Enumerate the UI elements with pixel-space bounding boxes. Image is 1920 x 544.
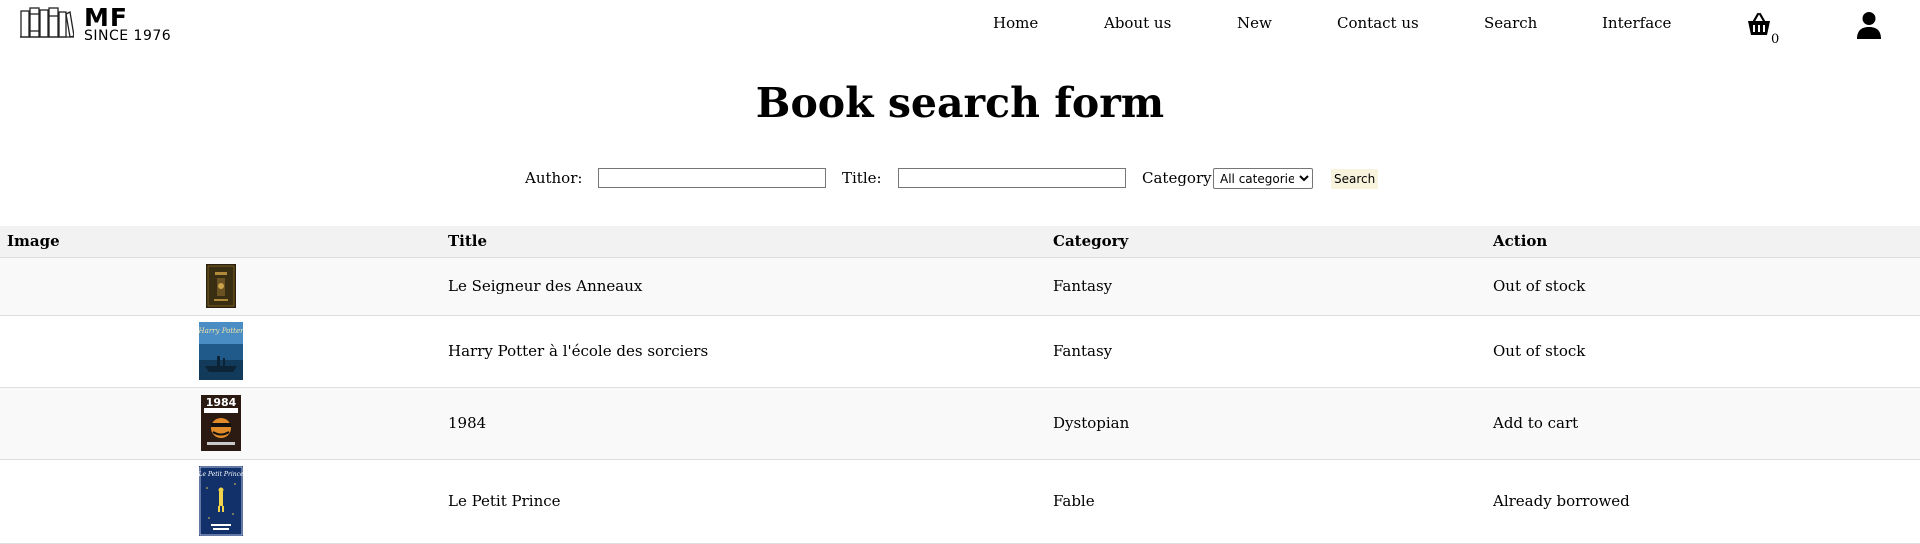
logo-subtitle: SINCE 1976 (84, 28, 172, 44)
lotr-cover[interactable] (205, 264, 236, 308)
category-cell: Dystopian (1046, 387, 1486, 460)
site-header: MF SINCE 1976 Home About us New Contact … (0, 0, 1920, 50)
books-logo-icon (20, 7, 74, 38)
author-input[interactable] (598, 168, 826, 188)
search-button[interactable]: Search (1331, 169, 1379, 189)
petit-prince-cover[interactable]: Le Petit Prince (198, 466, 243, 536)
table-row: Harry Potter Harry Potter à l'école des … (0, 315, 1920, 388)
nav-about-us[interactable]: About us (1104, 14, 1171, 32)
column-header-image: Image (0, 226, 441, 258)
category-cell: Fantasy (1046, 315, 1486, 388)
page-title: Book search form (755, 79, 1165, 127)
action-cell: Already borrowed (1486, 459, 1920, 544)
1984-cover[interactable]: 1984 (200, 395, 241, 451)
author-label: Author: (525, 169, 583, 187)
title-cell: Le Petit Prince (441, 459, 1046, 544)
harry-potter-cover[interactable]: Harry Potter (198, 322, 243, 380)
image-cell (0, 257, 441, 316)
svg-text:Harry Potter: Harry Potter (199, 327, 243, 335)
table-header-row: Image Title Category Action (0, 226, 1920, 258)
cart-count-badge: 0 (1771, 32, 1780, 47)
column-header-title: Title (441, 226, 1046, 258)
book-search-form: Author: Title: Category: All categories … (0, 166, 1920, 190)
svg-text:1984: 1984 (205, 396, 236, 409)
action-cell: Out of stock (1486, 257, 1920, 316)
image-cell: Harry Potter (0, 315, 441, 388)
table-row: Le Petit Prince Le Petit Prince Fable Al… (0, 459, 1920, 544)
action-cell: Out of stock (1486, 315, 1920, 388)
table-row: Le Seigneur des Anneaux Fantasy Out of s… (0, 257, 1920, 316)
basket-icon[interactable] (1745, 10, 1773, 38)
logo-title: MF (84, 3, 128, 32)
title-cell: Le Seigneur des Anneaux (441, 257, 1046, 316)
category-select[interactable]: All categories (1213, 168, 1313, 189)
image-cell: Le Petit Prince (0, 459, 441, 544)
user-icon[interactable] (1856, 11, 1882, 39)
title-cell: 1984 (441, 387, 1046, 460)
category-cell: Fable (1046, 459, 1486, 544)
books-table: Image Title Category Action Le Seigneur … (0, 226, 1920, 544)
action-cell[interactable]: Add to cart (1486, 387, 1920, 460)
nav-new[interactable]: New (1237, 14, 1272, 32)
nav-contact-us[interactable]: Contact us (1337, 14, 1419, 32)
nav-interface[interactable]: Interface (1602, 14, 1671, 32)
column-header-action: Action (1486, 226, 1920, 258)
site-logo[interactable]: MF SINCE 1976 (20, 3, 172, 44)
category-cell: Fantasy (1046, 257, 1486, 316)
title-label: Title: (842, 169, 882, 187)
svg-text:Le Petit Prince: Le Petit Prince (199, 471, 243, 478)
nav-home[interactable]: Home (993, 14, 1038, 32)
category-label: Category: (1142, 169, 1217, 187)
column-header-category: Category (1046, 226, 1486, 258)
nav-search[interactable]: Search (1484, 14, 1537, 32)
table-row: 1984 1984 Dystopian Add to cart (0, 387, 1920, 460)
image-cell: 1984 (0, 387, 441, 460)
title-input[interactable] (898, 168, 1126, 188)
title-cell: Harry Potter à l'école des sorciers (441, 315, 1046, 388)
